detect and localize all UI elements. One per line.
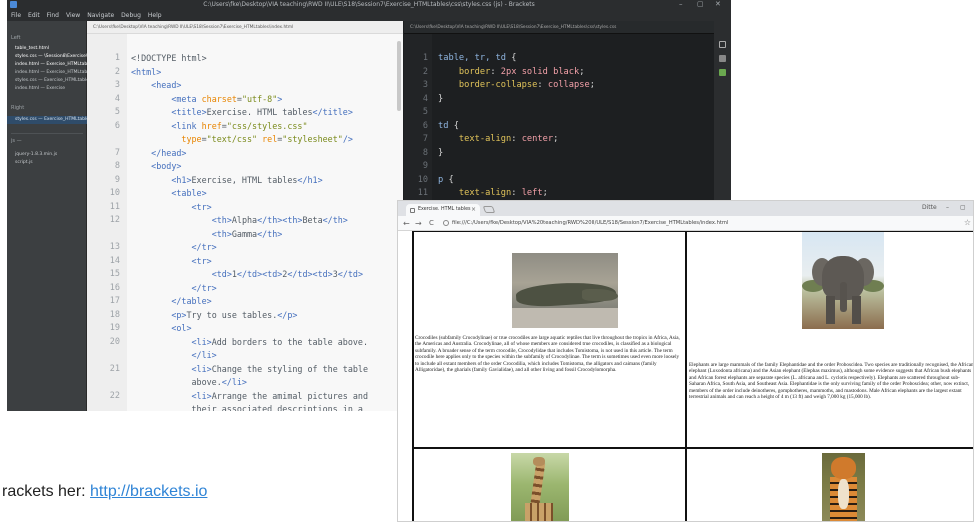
brackets-link[interactable]: http://brackets.io — [90, 483, 207, 500]
project-file[interactable]: jquery-1.8.3.min.js — [15, 152, 57, 157]
minimize-button[interactable]: – — [679, 0, 683, 9]
line-number: 9 — [114, 174, 120, 185]
right-group-header: Right — [11, 105, 25, 111]
maximize-button[interactable]: ▢ — [697, 0, 704, 9]
line-number: 12 — [109, 215, 120, 225]
forward-button[interactable]: → — [415, 218, 422, 229]
working-file-selected[interactable]: styles.css — Exercise_HTMLtables\css — [7, 116, 100, 124]
minimize-button[interactable]: – — [946, 204, 949, 211]
line-number: 3 — [422, 80, 428, 90]
tab-title: Exercise. HTML tables — [418, 207, 471, 212]
info-icon[interactable] — [443, 220, 449, 226]
browser-tab[interactable]: Exercise. HTML tables × — [406, 204, 480, 216]
caption-text: rackets her: — [2, 483, 91, 500]
line-number: 19 — [109, 323, 120, 333]
live-preview-icon[interactable] — [719, 41, 726, 48]
line-number: 17 — [109, 296, 120, 306]
line-number: 1 — [422, 53, 428, 63]
editor-scrollbar[interactable] — [397, 41, 401, 111]
menu-find[interactable]: Find — [47, 12, 59, 19]
table-border — [412, 231, 414, 521]
line-number: 15 — [109, 269, 120, 279]
line-number: 14 — [109, 255, 120, 266]
back-button[interactable]: ← — [403, 218, 410, 229]
url-input[interactable]: file:///C:/Users/fke/Desktop/VIA%20teach… — [442, 218, 952, 229]
screenshot-stage: C:\Users\fke\Desktop\VIA teaching\RWD II… — [0, 0, 974, 522]
line-number: 2 — [422, 66, 428, 77]
line-number: 5 — [114, 107, 120, 117]
slide-caption: rackets her: http://brackets.io — [2, 483, 207, 501]
tab-strip: Exercise. HTML tables × Ditte – ▢ — [398, 201, 973, 216]
left-group-header: Left — [11, 35, 21, 41]
line-number: 4 — [422, 93, 428, 104]
line-number: 16 — [109, 282, 120, 293]
working-file[interactable]: index.html — Exercise_HTMLtables — [15, 70, 94, 75]
html-editor-pane[interactable]: C:\Users\fke\Desktop\VIA teaching\RWD II… — [87, 21, 403, 411]
window-title: C:\Users\fke\Desktop\VIA teaching\RWD II… — [203, 1, 535, 8]
pane-file-path: C:\Users\fke\Desktop\VIA teaching\RWD II… — [87, 21, 403, 34]
project-file[interactable]: script.js — [15, 160, 33, 165]
line-number: 4 — [114, 93, 120, 104]
line-number: 8 — [422, 147, 428, 158]
new-tab-button[interactable] — [482, 206, 496, 213]
tab-close-icon[interactable]: × — [471, 204, 476, 216]
line-number: 6 — [114, 120, 120, 131]
menu-help[interactable]: Help — [148, 12, 162, 19]
table-border — [412, 447, 973, 449]
line-number: 11 — [109, 201, 120, 212]
line-number: 6 — [422, 120, 428, 131]
working-files-sidebar: Left table_test.html styles.css — \Sessi… — [7, 21, 100, 411]
giraffe-image — [511, 453, 569, 521]
address-bar: ← → C file:///C:/Users/fke/Desktop/VIA%2… — [398, 216, 973, 231]
page-content: Crocodiles (subfamily Crocodylinae) or t… — [412, 231, 974, 521]
line-number: 7 — [114, 147, 120, 158]
working-file[interactable]: styles.css — \Session8\Exercise\css — [15, 54, 95, 59]
line-number: 8 — [114, 161, 120, 171]
menu-navigate[interactable]: Navigate — [87, 12, 114, 19]
menu-view[interactable]: View — [66, 12, 80, 19]
bookmark-star-icon[interactable]: ☆ — [964, 218, 971, 227]
reload-button[interactable]: C — [429, 218, 434, 229]
line-number: 18 — [109, 309, 120, 320]
profile-name[interactable]: Ditte — [922, 204, 937, 211]
elephant-image — [802, 232, 884, 329]
url-text: file:///C:/Users/fke/Desktop/VIA%20teach… — [452, 220, 729, 226]
line-number: 11 — [417, 188, 428, 198]
tiger-image — [822, 453, 865, 521]
extension-manager-icon[interactable] — [719, 55, 726, 62]
sidebar-divider — [11, 133, 83, 134]
line-number: 20 — [109, 336, 120, 347]
line-number: 2 — [114, 66, 120, 77]
table-border — [412, 231, 973, 232]
line-number: 10 — [109, 188, 120, 198]
line-number: 9 — [422, 161, 428, 171]
browser-window: Exercise. HTML tables × Ditte – ▢ ← → C … — [397, 200, 974, 522]
line-number: 22 — [109, 390, 120, 401]
linter-status-icon[interactable] — [719, 69, 726, 76]
menu-file[interactable]: File — [11, 12, 21, 19]
working-file[interactable]: index.html — Exercise — [15, 86, 65, 91]
line-number: 7 — [422, 134, 428, 144]
crocodile-description: Crocodiles (subfamily Crocodylinae) or t… — [415, 335, 680, 374]
crocodile-image — [512, 253, 618, 328]
line-number: 1 — [114, 53, 120, 63]
close-button[interactable]: ✕ — [715, 0, 721, 9]
project-header[interactable]: js — — [11, 138, 22, 144]
line-number: 5 — [422, 107, 428, 117]
line-number: 10 — [417, 174, 428, 185]
working-file[interactable]: table_test.html — [15, 46, 49, 51]
page-icon — [410, 208, 415, 213]
menu-edit[interactable]: Edit — [28, 12, 40, 19]
maximize-button[interactable]: ▢ — [960, 204, 966, 211]
menu-debug[interactable]: Debug — [121, 12, 141, 19]
title-bar: C:\Users\fke\Desktop\VIA teaching\RWD II… — [7, 0, 731, 9]
pane-file-path: C:\Users\fke\Desktop\VIA teaching\RWD II… — [404, 21, 714, 34]
table-border — [685, 231, 687, 521]
working-file[interactable]: index.html — Exercise_HTMLtables — [15, 62, 94, 67]
elephant-description: Elephants are large mammals of the famil… — [689, 362, 974, 401]
line-number: 21 — [109, 363, 120, 374]
menu-bar: File Edit Find View Navigate Debug Help — [7, 9, 731, 21]
line-number: 13 — [109, 242, 120, 252]
line-number: 3 — [114, 80, 120, 90]
